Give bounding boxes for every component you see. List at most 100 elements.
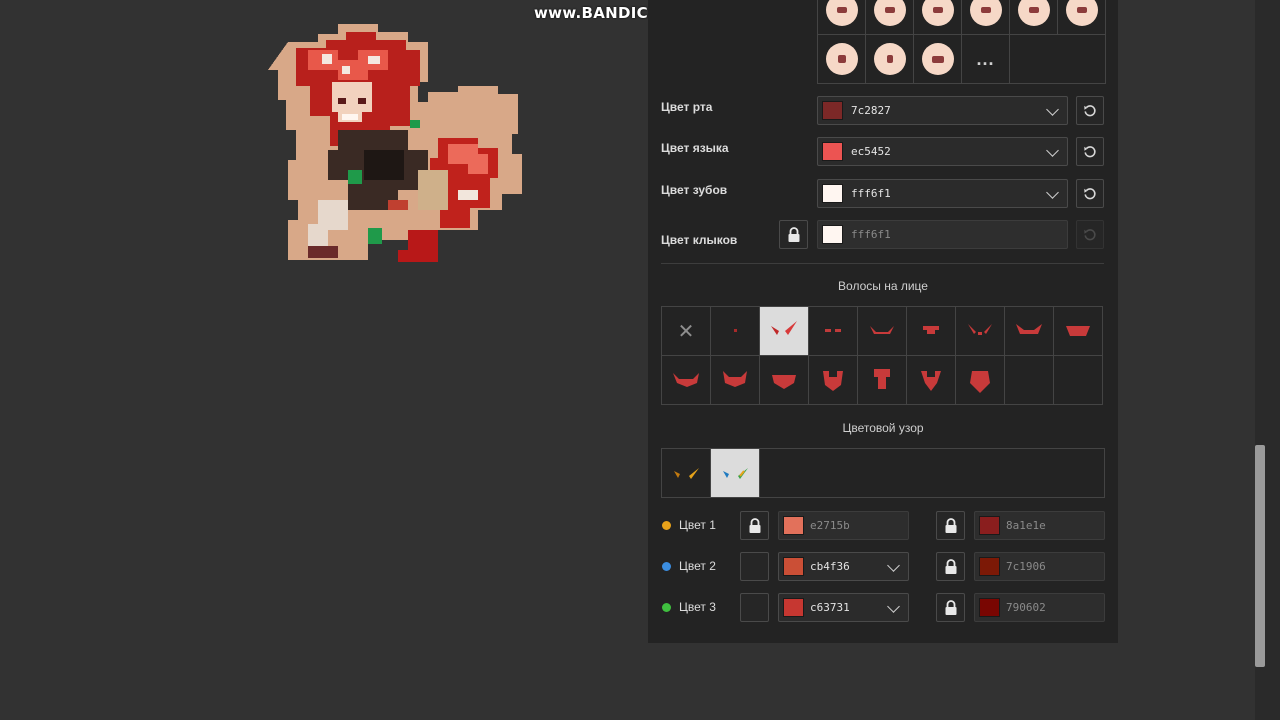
facial-hair-grid: ✕ [661, 306, 1103, 405]
empty-cell [1005, 356, 1054, 405]
lock-icon [788, 226, 799, 242]
color-hex: 7c1906 [1006, 560, 1046, 573]
pattern-alt-color-select: 8a1e1e [974, 511, 1105, 540]
color-indicator-dot [662, 603, 671, 612]
facial-hair-option[interactable] [907, 356, 956, 405]
facial-hair-icon [923, 326, 939, 334]
color-swatch [979, 516, 1000, 535]
facial-hair-option[interactable] [809, 356, 858, 405]
pattern-option[interactable] [711, 449, 760, 497]
color-swatch [822, 101, 843, 120]
facial-hair-option[interactable] [711, 356, 760, 405]
lock-toggle[interactable] [936, 552, 965, 581]
color-hex: 7c2827 [851, 104, 891, 117]
color-hex: fff6f1 [851, 228, 891, 241]
pattern-option[interactable] [662, 449, 711, 497]
no-facial-hair-option[interactable]: ✕ [662, 307, 711, 356]
mouth-option[interactable] [1058, 0, 1106, 35]
facial-hair-icon [823, 371, 843, 391]
chevron-down-icon [887, 559, 900, 572]
facial-hair-icon [673, 373, 699, 387]
color-hex: e2715b [810, 519, 850, 532]
reset-icon [1084, 228, 1096, 240]
facial-hair-option[interactable] [956, 307, 1005, 356]
lock-toggle[interactable] [936, 593, 965, 622]
mouth-option[interactable] [962, 0, 1010, 35]
mouth-grid: ... [817, 0, 1106, 84]
lock-toggle[interactable] [740, 593, 769, 622]
facial-hair-option[interactable] [760, 307, 809, 356]
pattern-color-label: Цвет 2 [679, 559, 716, 573]
character-preview [268, 24, 522, 262]
reset-button[interactable] [1076, 179, 1104, 208]
facial-hair-icon [734, 329, 737, 332]
color-swatch [783, 598, 804, 617]
facial-hair-icon [1016, 324, 1042, 334]
color-swatch [822, 225, 843, 244]
color-row-label: Цвет зубов [661, 183, 728, 197]
divider [661, 263, 1104, 264]
lock-toggle[interactable] [740, 511, 769, 540]
facial-hair-option[interactable] [956, 356, 1005, 405]
pattern-brows-icon [674, 468, 699, 479]
empty-cell [1010, 35, 1106, 84]
facial-hair-option[interactable] [1054, 307, 1103, 356]
facial-hair-icon [968, 324, 992, 335]
facial-hair-option[interactable] [711, 307, 760, 356]
color-indicator-dot [662, 562, 671, 571]
color-swatch [979, 557, 1000, 576]
color-row-label: Цвет клыков [661, 233, 738, 247]
reset-button[interactable] [1076, 96, 1104, 125]
facial-hair-option[interactable] [858, 307, 907, 356]
pattern-grid [661, 448, 1105, 498]
pattern-color-select[interactable]: cb4f36 [778, 552, 909, 581]
color-swatch [979, 598, 1000, 617]
pattern-brows-icon [723, 468, 748, 479]
color-select[interactable]: fff6f1 [817, 179, 1068, 208]
empty-cell [1054, 356, 1103, 405]
facial-hair-option[interactable] [809, 307, 858, 356]
color-hex: ec5452 [851, 145, 891, 158]
scrollbar-thumb[interactable] [1255, 445, 1265, 667]
chevron-down-icon [1046, 186, 1059, 199]
facial-hair-option[interactable] [760, 356, 809, 405]
reset-icon [1084, 104, 1096, 116]
mouth-option[interactable] [914, 0, 962, 35]
pattern-alt-color-select: 790602 [974, 593, 1105, 622]
facial-hair-icon [772, 375, 796, 389]
lock-icon [945, 558, 956, 574]
lock-toggle[interactable] [936, 511, 965, 540]
mouth-option[interactable] [818, 0, 866, 35]
facial-hair-option[interactable] [907, 307, 956, 356]
color-select[interactable]: ec5452 [817, 137, 1068, 166]
facial-hair-icon [723, 371, 747, 387]
color-select[interactable]: 7c2827 [817, 96, 1068, 125]
facial-hair-icon [771, 321, 797, 335]
mouth-option[interactable] [866, 35, 914, 84]
reset-button [1076, 220, 1104, 249]
facial-hair-icon [921, 371, 941, 391]
lock-button[interactable] [779, 220, 808, 249]
mouth-option[interactable] [914, 35, 962, 84]
facial-hair-option[interactable] [858, 356, 907, 405]
mouth-option[interactable] [818, 35, 866, 84]
more-mouths-button[interactable]: ... [962, 35, 1010, 84]
color-hex: cb4f36 [810, 560, 850, 573]
facial-hair-title: Волосы на лице [838, 279, 928, 293]
lock-toggle[interactable] [740, 552, 769, 581]
facial-hair-option[interactable] [662, 356, 711, 405]
facial-hair-option[interactable] [1005, 307, 1054, 356]
pattern-color-label: Цвет 3 [679, 600, 716, 614]
pattern-color-select[interactable]: c63731 [778, 593, 909, 622]
mouth-option[interactable] [866, 0, 914, 35]
color-hex: fff6f1 [851, 187, 891, 200]
facial-hair-icon [1066, 326, 1090, 336]
color-indicator-dot [662, 521, 671, 530]
mouth-option[interactable] [1010, 0, 1058, 35]
lock-icon [749, 517, 760, 533]
reset-button[interactable] [1076, 137, 1104, 166]
facial-hair-icon [870, 326, 894, 334]
color-swatch [822, 184, 843, 203]
facial-hair-icon [874, 369, 890, 389]
chevron-down-icon [1046, 144, 1059, 157]
